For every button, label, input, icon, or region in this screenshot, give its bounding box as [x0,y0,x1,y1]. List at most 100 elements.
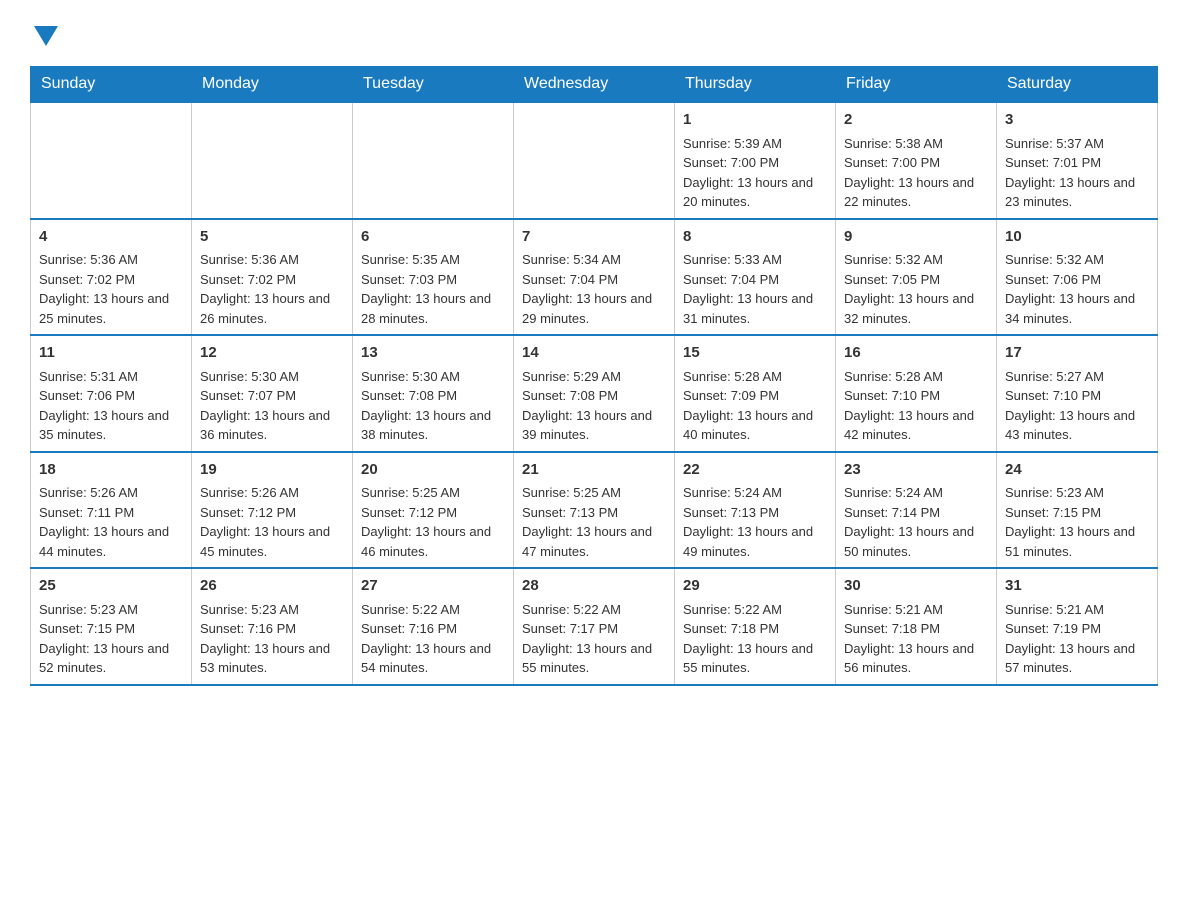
day-number: 7 [522,226,666,249]
calendar-cell: 28Sunrise: 5:22 AM Sunset: 7:17 PM Dayli… [514,568,675,685]
day-info: Sunrise: 5:23 AM Sunset: 7:15 PM Dayligh… [39,600,183,678]
day-info: Sunrise: 5:23 AM Sunset: 7:16 PM Dayligh… [200,600,344,678]
calendar-cell: 14Sunrise: 5:29 AM Sunset: 7:08 PM Dayli… [514,335,675,452]
day-number: 11 [39,342,183,365]
day-info: Sunrise: 5:33 AM Sunset: 7:04 PM Dayligh… [683,250,827,328]
calendar-cell: 27Sunrise: 5:22 AM Sunset: 7:16 PM Dayli… [353,568,514,685]
day-info: Sunrise: 5:21 AM Sunset: 7:18 PM Dayligh… [844,600,988,678]
calendar-cell: 4Sunrise: 5:36 AM Sunset: 7:02 PM Daylig… [31,219,192,336]
day-number: 30 [844,575,988,598]
day-info: Sunrise: 5:27 AM Sunset: 7:10 PM Dayligh… [1005,367,1149,445]
calendar-cell: 30Sunrise: 5:21 AM Sunset: 7:18 PM Dayli… [836,568,997,685]
day-info: Sunrise: 5:32 AM Sunset: 7:05 PM Dayligh… [844,250,988,328]
calendar-cell [514,102,675,219]
calendar-cell: 13Sunrise: 5:30 AM Sunset: 7:08 PM Dayli… [353,335,514,452]
logo-triangle-icon [34,26,58,46]
day-info: Sunrise: 5:34 AM Sunset: 7:04 PM Dayligh… [522,250,666,328]
day-number: 20 [361,459,505,482]
day-info: Sunrise: 5:29 AM Sunset: 7:08 PM Dayligh… [522,367,666,445]
weekday-header-friday: Friday [836,67,997,103]
day-info: Sunrise: 5:35 AM Sunset: 7:03 PM Dayligh… [361,250,505,328]
day-number: 18 [39,459,183,482]
day-number: 13 [361,342,505,365]
day-number: 26 [200,575,344,598]
calendar-cell: 25Sunrise: 5:23 AM Sunset: 7:15 PM Dayli… [31,568,192,685]
page-header [30,20,1158,46]
calendar-cell: 10Sunrise: 5:32 AM Sunset: 7:06 PM Dayli… [997,219,1158,336]
calendar-cell: 12Sunrise: 5:30 AM Sunset: 7:07 PM Dayli… [192,335,353,452]
day-info: Sunrise: 5:24 AM Sunset: 7:13 PM Dayligh… [683,483,827,561]
day-info: Sunrise: 5:37 AM Sunset: 7:01 PM Dayligh… [1005,134,1149,212]
day-info: Sunrise: 5:36 AM Sunset: 7:02 PM Dayligh… [39,250,183,328]
calendar-cell: 15Sunrise: 5:28 AM Sunset: 7:09 PM Dayli… [675,335,836,452]
day-info: Sunrise: 5:28 AM Sunset: 7:09 PM Dayligh… [683,367,827,445]
day-info: Sunrise: 5:30 AM Sunset: 7:07 PM Dayligh… [200,367,344,445]
day-number: 28 [522,575,666,598]
calendar-cell: 1Sunrise: 5:39 AM Sunset: 7:00 PM Daylig… [675,102,836,219]
day-info: Sunrise: 5:22 AM Sunset: 7:16 PM Dayligh… [361,600,505,678]
weekday-header-wednesday: Wednesday [514,67,675,103]
calendar-week-row: 25Sunrise: 5:23 AM Sunset: 7:15 PM Dayli… [31,568,1158,685]
calendar-week-row: 11Sunrise: 5:31 AM Sunset: 7:06 PM Dayli… [31,335,1158,452]
calendar-cell: 19Sunrise: 5:26 AM Sunset: 7:12 PM Dayli… [192,452,353,569]
calendar-cell: 23Sunrise: 5:24 AM Sunset: 7:14 PM Dayli… [836,452,997,569]
day-number: 23 [844,459,988,482]
day-number: 6 [361,226,505,249]
weekday-header-thursday: Thursday [675,67,836,103]
day-number: 10 [1005,226,1149,249]
day-number: 29 [683,575,827,598]
day-number: 15 [683,342,827,365]
day-info: Sunrise: 5:26 AM Sunset: 7:12 PM Dayligh… [200,483,344,561]
weekday-header-monday: Monday [192,67,353,103]
day-info: Sunrise: 5:31 AM Sunset: 7:06 PM Dayligh… [39,367,183,445]
calendar-week-row: 1Sunrise: 5:39 AM Sunset: 7:00 PM Daylig… [31,102,1158,219]
calendar-cell: 24Sunrise: 5:23 AM Sunset: 7:15 PM Dayli… [997,452,1158,569]
calendar-cell: 9Sunrise: 5:32 AM Sunset: 7:05 PM Daylig… [836,219,997,336]
calendar-cell [353,102,514,219]
day-number: 19 [200,459,344,482]
weekday-header-saturday: Saturday [997,67,1158,103]
day-number: 14 [522,342,666,365]
calendar-cell: 11Sunrise: 5:31 AM Sunset: 7:06 PM Dayli… [31,335,192,452]
day-info: Sunrise: 5:39 AM Sunset: 7:00 PM Dayligh… [683,134,827,212]
day-info: Sunrise: 5:21 AM Sunset: 7:19 PM Dayligh… [1005,600,1149,678]
calendar-cell: 2Sunrise: 5:38 AM Sunset: 7:00 PM Daylig… [836,102,997,219]
logo [30,20,58,46]
calendar-cell [192,102,353,219]
calendar-table: SundayMondayTuesdayWednesdayThursdayFrid… [30,66,1158,686]
day-info: Sunrise: 5:25 AM Sunset: 7:13 PM Dayligh… [522,483,666,561]
calendar-cell: 7Sunrise: 5:34 AM Sunset: 7:04 PM Daylig… [514,219,675,336]
calendar-cell: 20Sunrise: 5:25 AM Sunset: 7:12 PM Dayli… [353,452,514,569]
day-number: 3 [1005,109,1149,132]
calendar-cell: 29Sunrise: 5:22 AM Sunset: 7:18 PM Dayli… [675,568,836,685]
calendar-cell: 18Sunrise: 5:26 AM Sunset: 7:11 PM Dayli… [31,452,192,569]
calendar-cell: 6Sunrise: 5:35 AM Sunset: 7:03 PM Daylig… [353,219,514,336]
day-info: Sunrise: 5:22 AM Sunset: 7:18 PM Dayligh… [683,600,827,678]
day-info: Sunrise: 5:23 AM Sunset: 7:15 PM Dayligh… [1005,483,1149,561]
weekday-header-tuesday: Tuesday [353,67,514,103]
day-info: Sunrise: 5:28 AM Sunset: 7:10 PM Dayligh… [844,367,988,445]
day-number: 1 [683,109,827,132]
day-number: 22 [683,459,827,482]
day-info: Sunrise: 5:25 AM Sunset: 7:12 PM Dayligh… [361,483,505,561]
calendar-cell: 17Sunrise: 5:27 AM Sunset: 7:10 PM Dayli… [997,335,1158,452]
day-info: Sunrise: 5:36 AM Sunset: 7:02 PM Dayligh… [200,250,344,328]
calendar-cell: 26Sunrise: 5:23 AM Sunset: 7:16 PM Dayli… [192,568,353,685]
day-number: 17 [1005,342,1149,365]
day-number: 27 [361,575,505,598]
day-info: Sunrise: 5:30 AM Sunset: 7:08 PM Dayligh… [361,367,505,445]
calendar-week-row: 4Sunrise: 5:36 AM Sunset: 7:02 PM Daylig… [31,219,1158,336]
day-number: 12 [200,342,344,365]
calendar-cell: 21Sunrise: 5:25 AM Sunset: 7:13 PM Dayli… [514,452,675,569]
calendar-cell: 22Sunrise: 5:24 AM Sunset: 7:13 PM Dayli… [675,452,836,569]
day-info: Sunrise: 5:32 AM Sunset: 7:06 PM Dayligh… [1005,250,1149,328]
calendar-cell: 5Sunrise: 5:36 AM Sunset: 7:02 PM Daylig… [192,219,353,336]
day-info: Sunrise: 5:22 AM Sunset: 7:17 PM Dayligh… [522,600,666,678]
calendar-cell [31,102,192,219]
day-number: 31 [1005,575,1149,598]
day-info: Sunrise: 5:38 AM Sunset: 7:00 PM Dayligh… [844,134,988,212]
day-number: 24 [1005,459,1149,482]
weekday-header-row: SundayMondayTuesdayWednesdayThursdayFrid… [31,67,1158,103]
day-number: 16 [844,342,988,365]
day-number: 25 [39,575,183,598]
